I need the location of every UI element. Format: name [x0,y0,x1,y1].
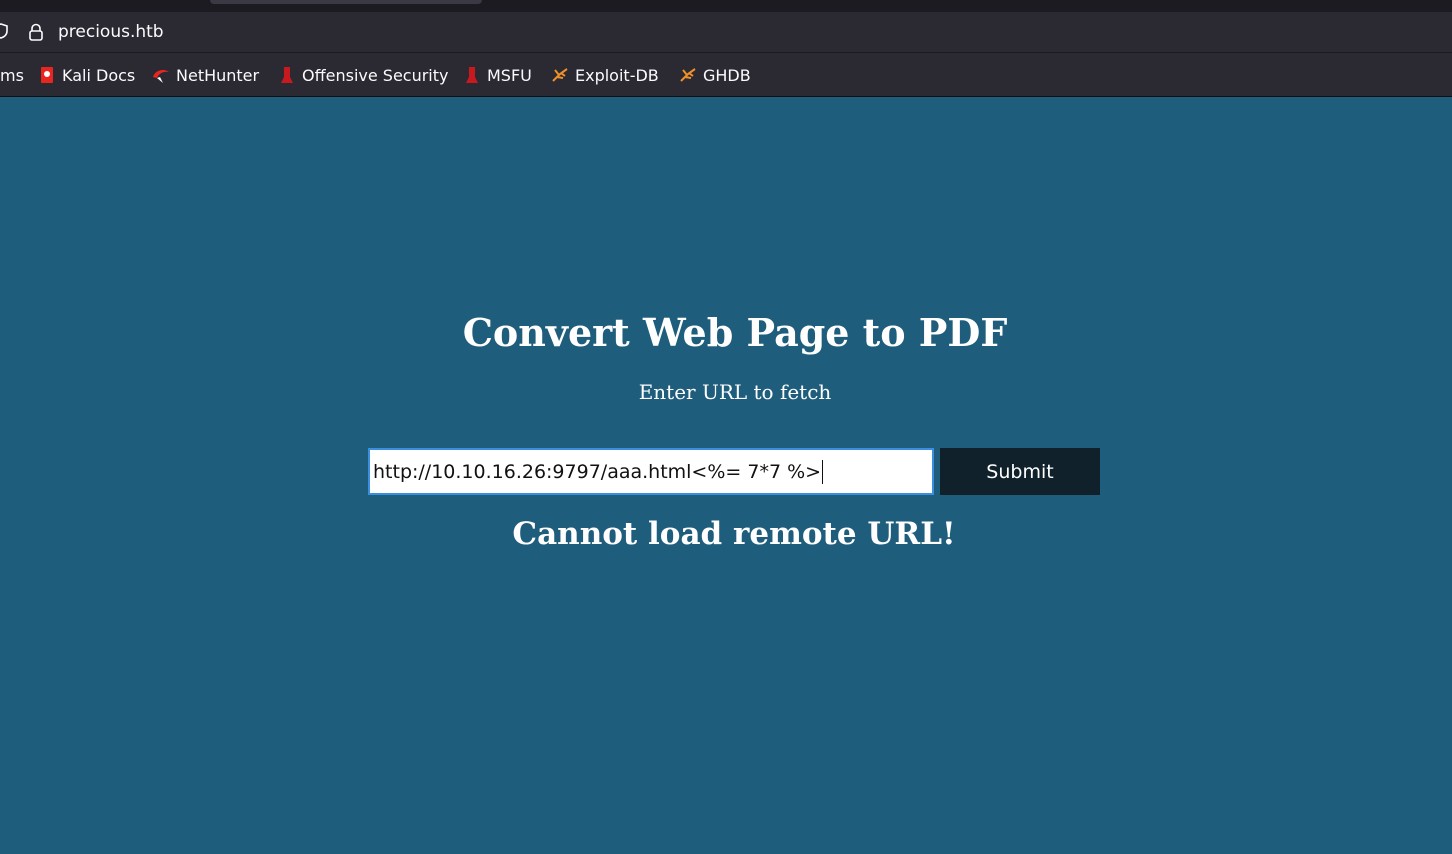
bookmark-label: ms [0,65,24,85]
bookmark-label: Offensive Security [302,65,449,85]
url-input-value: http://10.10.16.26:9797/aaa.html<%= 7*7 … [373,460,822,483]
text-caret [822,459,824,484]
bookmark-label: Exploit-DB [575,65,659,85]
exploit-db-icon [552,68,568,82]
msfu-icon [466,67,478,83]
tab-strip [0,0,1452,12]
shield-icon[interactable] [0,23,8,39]
bookmark-kali-docs[interactable]: Kali Docs [38,65,135,85]
url-text[interactable]: precious.htb [58,22,164,42]
url-input[interactable]: http://10.10.16.26:9797/aaa.html<%= 7*7 … [368,448,934,495]
kali-docs-icon [41,67,53,83]
bookmark-offensive-security[interactable]: Offensive Security [278,65,448,85]
bookmark-label: MSFU [487,65,532,85]
page-subtitle: Enter URL to fetch [638,380,832,404]
bookmark-label: Kali Docs [62,65,136,85]
bookmarks-toolbar: ms Kali Docs NetHunter Offensive Securit… [0,53,1452,97]
bookmark-nethunter[interactable]: NetHunter [152,65,259,85]
nethunter-icon [153,69,169,83]
error-message: Cannot load remote URL! [512,516,956,552]
bookmark-label: GHDB [703,65,751,85]
address-bar[interactable]: precious.htb [0,12,1452,53]
bookmark-label: NetHunter [176,65,260,85]
bookmark-exploit-db[interactable]: Exploit-DB [551,65,659,85]
offensive-security-icon [281,67,293,83]
bookmark-partial[interactable]: ms [0,65,24,85]
bookmark-ghdb[interactable]: GHDB [679,65,751,85]
submit-button[interactable]: Submit [940,448,1100,495]
bookmark-msfu[interactable]: MSFU [463,65,532,85]
active-tab-edge[interactable] [210,0,482,4]
lock-icon[interactable] [27,23,45,41]
ghdb-icon [680,68,696,82]
page-title: Convert Web Page to PDF [462,310,1008,355]
